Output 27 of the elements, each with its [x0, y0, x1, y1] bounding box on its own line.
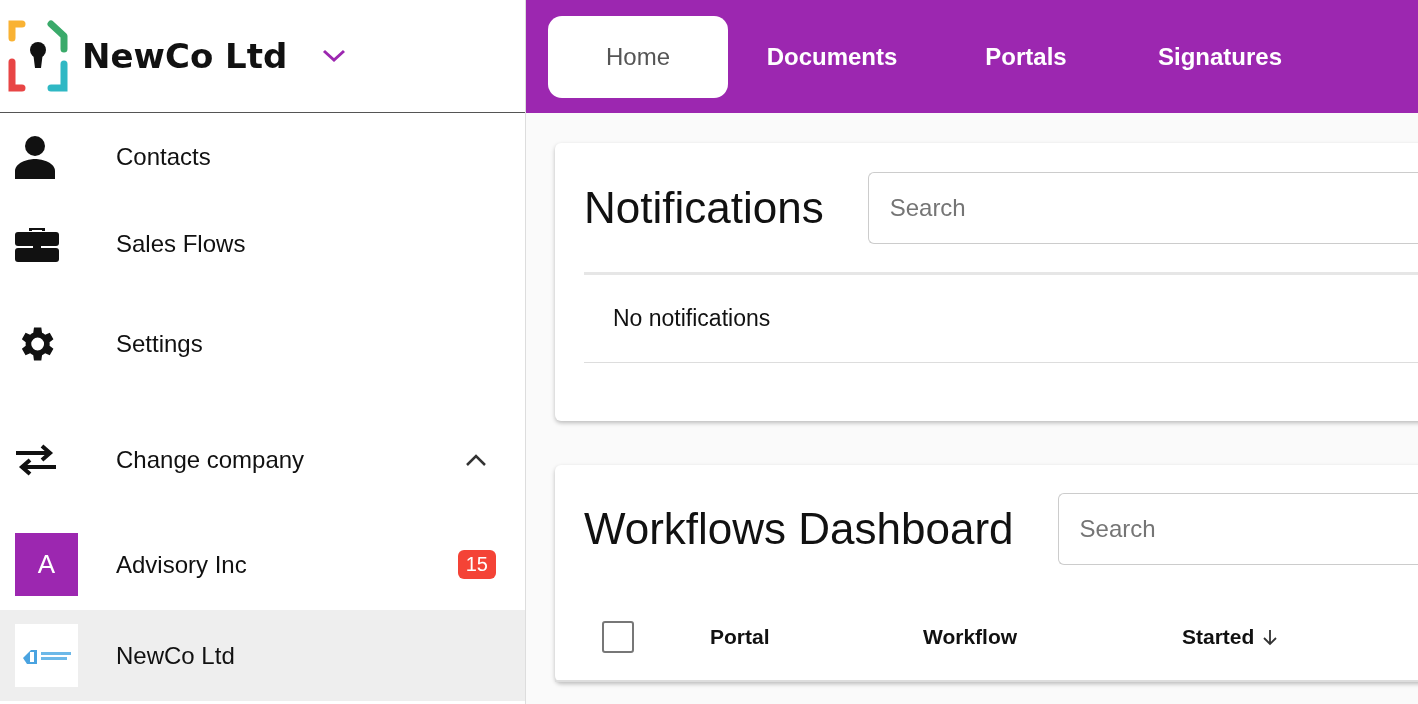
card-title: Notifications	[584, 182, 824, 233]
swap-arrows-icon	[14, 444, 58, 476]
select-all-checkbox[interactable]	[602, 620, 634, 653]
sidebar-item[interactable]: Sales Flows	[0, 201, 525, 287]
nav-tab[interactable]: Portals	[936, 15, 1116, 98]
empty-message: No notifications	[613, 305, 771, 332]
column-header[interactable]: Workflow	[923, 624, 1018, 649]
company-item[interactable]: A Advisory Inc 15	[0, 519, 525, 610]
company-name: NewCo Ltd	[82, 36, 288, 76]
briefcase-icon	[14, 225, 60, 263]
column-header[interactable]: Portal	[710, 624, 770, 649]
search-field[interactable]: Search	[867, 171, 1418, 244]
company-avatar: A	[15, 533, 78, 596]
search-field[interactable]: Search	[1057, 493, 1418, 565]
sort-arrow-icon	[1262, 627, 1279, 646]
count-badge: 15	[457, 550, 496, 579]
nav-tab[interactable]: Signatures	[1130, 15, 1310, 98]
card-title: Workflows Dashboard	[584, 504, 1014, 554]
keyhole-logo-icon	[8, 20, 68, 92]
change-company-item[interactable]: Change company	[0, 401, 525, 519]
nav-tab[interactable]: Documents	[742, 15, 922, 98]
column-header[interactable]: Started	[1182, 624, 1255, 649]
nav-tab[interactable]: Home	[548, 15, 728, 98]
person-icon	[14, 135, 56, 179]
sidebar-item[interactable]: Settings	[0, 287, 525, 401]
company-item[interactable]: NewCo Ltd	[0, 610, 525, 701]
sidebar-item[interactable]: Contacts	[0, 113, 525, 201]
